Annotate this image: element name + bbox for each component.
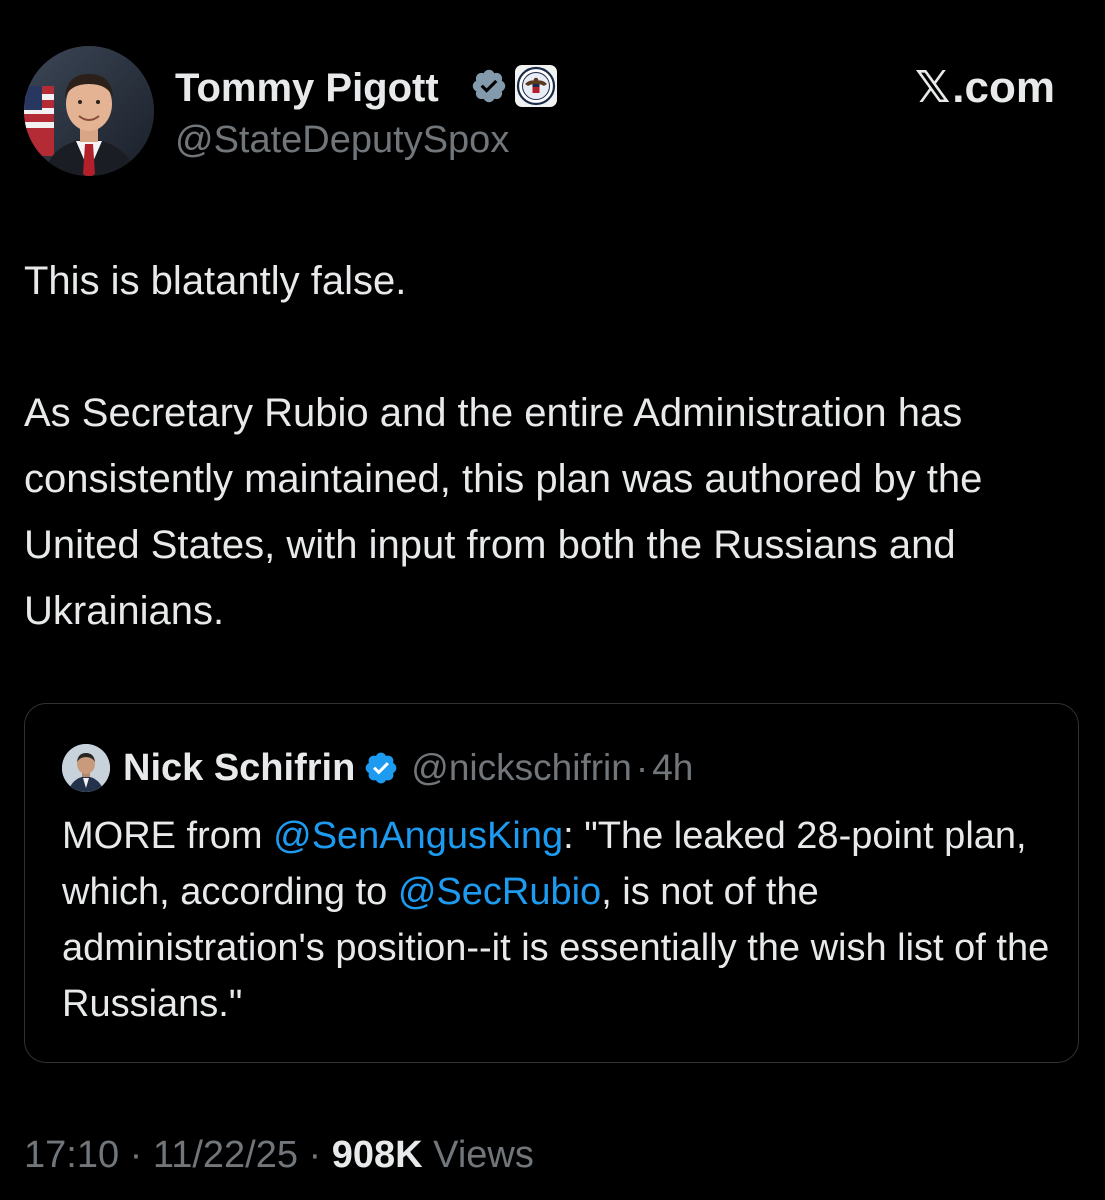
- quoted-author-name[interactable]: Nick Schifrin: [123, 747, 355, 790]
- quoted-author-avatar[interactable]: [62, 744, 110, 792]
- quoted-post-text: MORE from @SenAngusKing: "The leaked 28-…: [62, 808, 1062, 1032]
- mention-link-senangusking[interactable]: @SenAngusKing: [273, 815, 563, 857]
- quoted-post-header: Nick Schifrin @nickschifrin · 4h: [123, 742, 693, 794]
- post-text: This is blatantly false. As Secretary Ru…: [24, 248, 1084, 644]
- x-logo-icon: 𝕏: [914, 62, 951, 113]
- verified-checkmark-icon: [470, 67, 508, 110]
- post-date[interactable]: 11/22/25: [153, 1134, 298, 1176]
- quoted-author-handle[interactable]: @nickschifrin: [411, 747, 632, 789]
- post-time[interactable]: 17:10: [24, 1134, 119, 1176]
- mention-link-secrubio[interactable]: @SecRubio: [398, 871, 601, 913]
- brand-label: .com: [952, 63, 1055, 112]
- author-badges: [470, 64, 558, 113]
- post-paragraph-2: As Secretary Rubio and the entire Admini…: [24, 391, 983, 633]
- post-metadata: 17:10 · 11/22/25 · 908K Views: [24, 1130, 534, 1180]
- views-label[interactable]: Views: [423, 1134, 534, 1176]
- author-avatar[interactable]: [24, 46, 154, 176]
- quoted-text-part: MORE from: [62, 815, 274, 857]
- author-handle[interactable]: @StateDeputySpox: [175, 118, 509, 162]
- quoted-header-separator: ·: [635, 747, 649, 788]
- post-paragraph-1: This is blatantly false.: [24, 259, 407, 303]
- quoted-post-card[interactable]: Nick Schifrin @nickschifrin · 4h MORE fr…: [24, 703, 1079, 1063]
- quoted-post-time[interactable]: 4h: [652, 747, 693, 789]
- author-photo: [24, 46, 154, 176]
- views-count[interactable]: 908K: [332, 1134, 423, 1176]
- state-department-seal-icon: [514, 64, 558, 113]
- quoted-author-photo: [62, 744, 110, 792]
- meta-separator: ·: [297, 1134, 332, 1176]
- meta-separator: ·: [119, 1134, 153, 1176]
- author-name[interactable]: Tommy Pigott: [175, 64, 439, 112]
- x-com-brand: 𝕏 .com: [915, 62, 1055, 114]
- quoted-verified-checkmark-icon: [363, 750, 399, 786]
